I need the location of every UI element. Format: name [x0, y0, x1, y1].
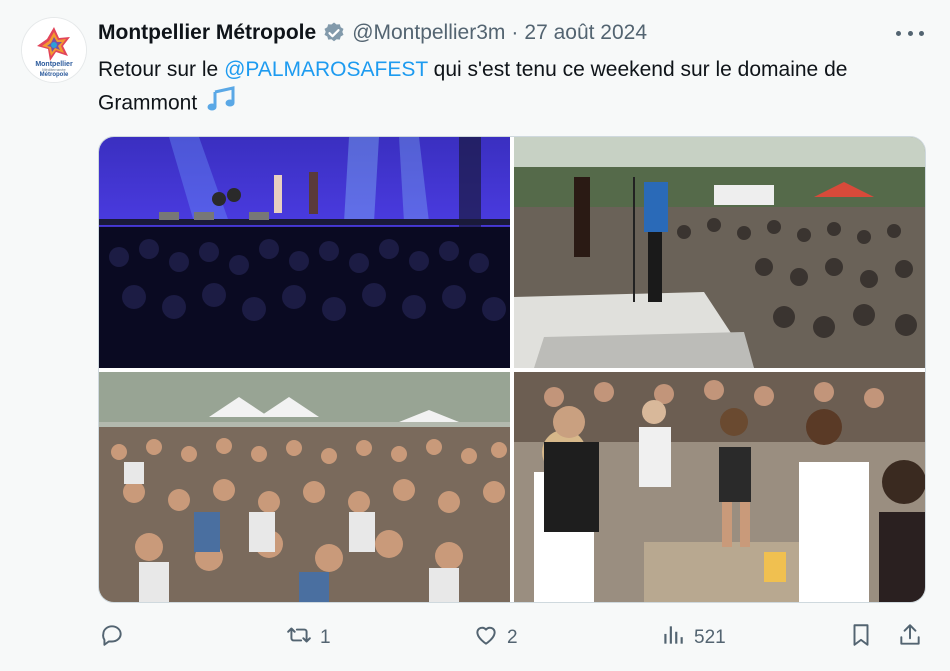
author-handle[interactable]: @Montpellier3m — [352, 21, 505, 45]
like-button[interactable]: 2 — [473, 618, 518, 658]
views-icon — [660, 622, 686, 654]
photo-singers-stage[interactable] — [514, 137, 925, 368]
bookmark-button[interactable] — [848, 618, 874, 658]
reply-icon — [99, 622, 125, 654]
repost-icon — [286, 622, 312, 654]
mention-link[interactable]: @PALMAROSAFEST — [224, 58, 428, 81]
media-grid — [98, 136, 926, 603]
repost-button[interactable]: 1 — [286, 618, 331, 658]
music-notes-icon — [207, 86, 237, 122]
post-header: Montpellier Métropole @Montpellier3m · 2… — [98, 20, 647, 46]
separator-dot: · — [511, 21, 519, 44]
post-date[interactable]: 27 août 2024 — [524, 21, 647, 45]
avatar-line-3: Métropole — [40, 72, 69, 78]
action-bar: 1 2 521 — [0, 618, 950, 658]
author-name[interactable]: Montpellier Métropole — [98, 21, 316, 45]
views-count: 521 — [694, 627, 726, 648]
verified-badge-icon[interactable] — [322, 21, 346, 45]
like-icon — [473, 622, 499, 654]
views-button[interactable]: 521 — [660, 618, 726, 658]
share-icon — [897, 622, 923, 654]
reply-button[interactable] — [99, 618, 133, 658]
bookmark-icon — [848, 622, 874, 654]
photo-singer-in-crowd[interactable] — [514, 372, 925, 602]
more-icon[interactable] — [896, 24, 924, 42]
share-button[interactable] — [897, 618, 923, 658]
photo-concert-stage[interactable] — [99, 137, 510, 368]
like-count: 2 — [507, 627, 518, 648]
post-text: Retour sur le @PALMAROSAFEST qui s'est t… — [98, 54, 928, 122]
post-text-before: Retour sur le — [98, 58, 225, 81]
avatar[interactable]: Montpellier Méditerranée Métropole — [22, 18, 86, 82]
repost-count: 1 — [320, 627, 331, 648]
photo-crowd-field[interactable] — [99, 372, 510, 602]
